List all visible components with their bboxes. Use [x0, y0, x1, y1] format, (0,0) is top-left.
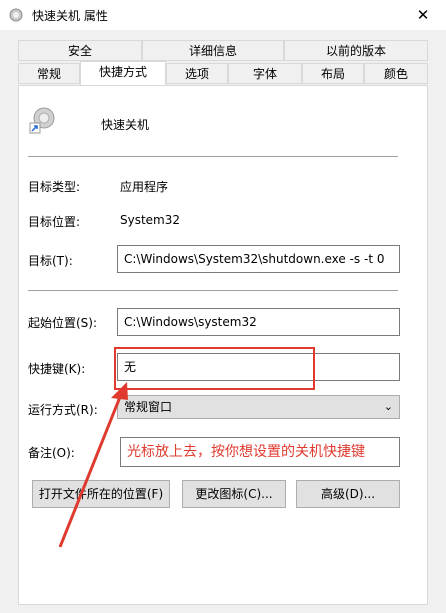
tab-general[interactable]: 常规 [18, 63, 80, 84]
title-bar: 快速关机 属性 ✕ [0, 0, 446, 30]
open-file-location-button[interactable]: 打开文件所在的位置(F) [32, 480, 170, 508]
divider [28, 290, 398, 291]
tab-previous-versions[interactable]: 以前的版本 [284, 40, 428, 61]
tab-font[interactable]: 字体 [228, 63, 302, 84]
shortcut-name: 快速关机 [101, 118, 150, 132]
run-select-value: 常规窗口 [124, 400, 173, 414]
target-location-label: 目标位置: [28, 215, 81, 229]
run-label: 运行方式(R): [28, 403, 98, 417]
target-location-value: System32 [120, 213, 181, 227]
hotkey-highlight-box [114, 347, 315, 390]
divider [28, 156, 398, 157]
target-label: 目标(T): [28, 254, 73, 268]
tab-security[interactable]: 安全 [18, 40, 142, 61]
shutdown-shortcut-icon [29, 107, 55, 134]
target-input[interactable]: C:\Windows\System32\shutdown.exe -s -t 0 [117, 245, 400, 273]
tab-options[interactable]: 选项 [166, 63, 228, 84]
tab-layout[interactable]: 布局 [302, 63, 364, 84]
app-icon [9, 8, 23, 22]
tab-shortcut[interactable]: 快捷方式 [80, 61, 166, 86]
target-type-label: 目标类型: [28, 180, 81, 194]
target-type-value: 应用程序 [120, 180, 169, 194]
comment-label: 备注(O): [28, 446, 75, 460]
comment-input[interactable]: 光标放上去，按你想设置的关机快捷键 [120, 437, 400, 467]
tab-details[interactable]: 详细信息 [142, 40, 284, 61]
tab-colors[interactable]: 颜色 [364, 63, 428, 84]
shortcut-panel [18, 85, 428, 605]
window-title: 快速关机 属性 [32, 9, 108, 23]
change-icon-button[interactable]: 更改图标(C)... [182, 480, 286, 508]
close-button[interactable]: ✕ [400, 0, 446, 30]
chevron-down-icon: ⌄ [383, 400, 393, 413]
hotkey-label: 快捷键(K): [28, 362, 86, 376]
start-in-input[interactable]: C:\Windows\system32 [117, 308, 400, 336]
run-select[interactable]: 常规窗口 ⌄ [117, 395, 400, 419]
start-in-label: 起始位置(S): [28, 316, 98, 330]
advanced-button[interactable]: 高级(D)... [296, 480, 400, 508]
